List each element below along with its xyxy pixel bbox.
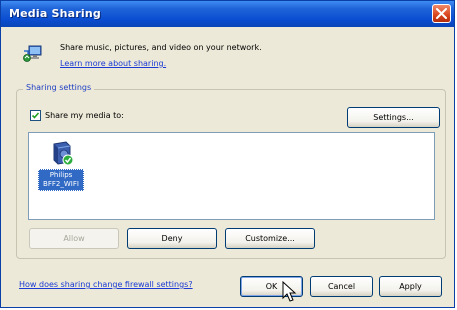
- mouse-pointer-icon: [282, 280, 298, 307]
- sharing-description: Share music, pictures, and video on your…: [60, 43, 262, 52]
- media-device-icon[interactable]: [48, 140, 76, 172]
- sharing-settings-label: Sharing settings: [23, 83, 95, 92]
- media-sharing-icon: [22, 43, 44, 69]
- share-media-label[interactable]: Share my media to:: [45, 111, 124, 120]
- apply-button[interactable]: Apply: [379, 276, 442, 297]
- firewall-settings-link[interactable]: How does sharing change firewall setting…: [19, 280, 193, 289]
- customize-button[interactable]: Customize...: [225, 228, 315, 249]
- settings-button[interactable]: Settings...: [347, 107, 440, 128]
- checkmark-icon: [31, 112, 40, 119]
- media-sharing-dialog: Media Sharing Share music, pictures, and…: [0, 0, 455, 308]
- title-bar[interactable]: Media Sharing: [1, 1, 454, 27]
- device-label[interactable]: Philips BFF2_WIFI: [38, 169, 84, 191]
- share-media-checkbox[interactable]: [30, 110, 41, 121]
- close-icon: [436, 8, 447, 19]
- cancel-button[interactable]: Cancel: [310, 276, 373, 297]
- window-title: Media Sharing: [9, 7, 101, 20]
- device-list[interactable]: [28, 132, 435, 220]
- device-id: BFF2_WIFI: [43, 180, 79, 188]
- device-name: Philips: [49, 171, 73, 179]
- close-button[interactable]: [432, 4, 451, 23]
- allow-button[interactable]: Allow: [29, 228, 119, 249]
- deny-button[interactable]: Deny: [127, 228, 217, 249]
- learn-more-link[interactable]: Learn more about sharing.: [60, 59, 166, 68]
